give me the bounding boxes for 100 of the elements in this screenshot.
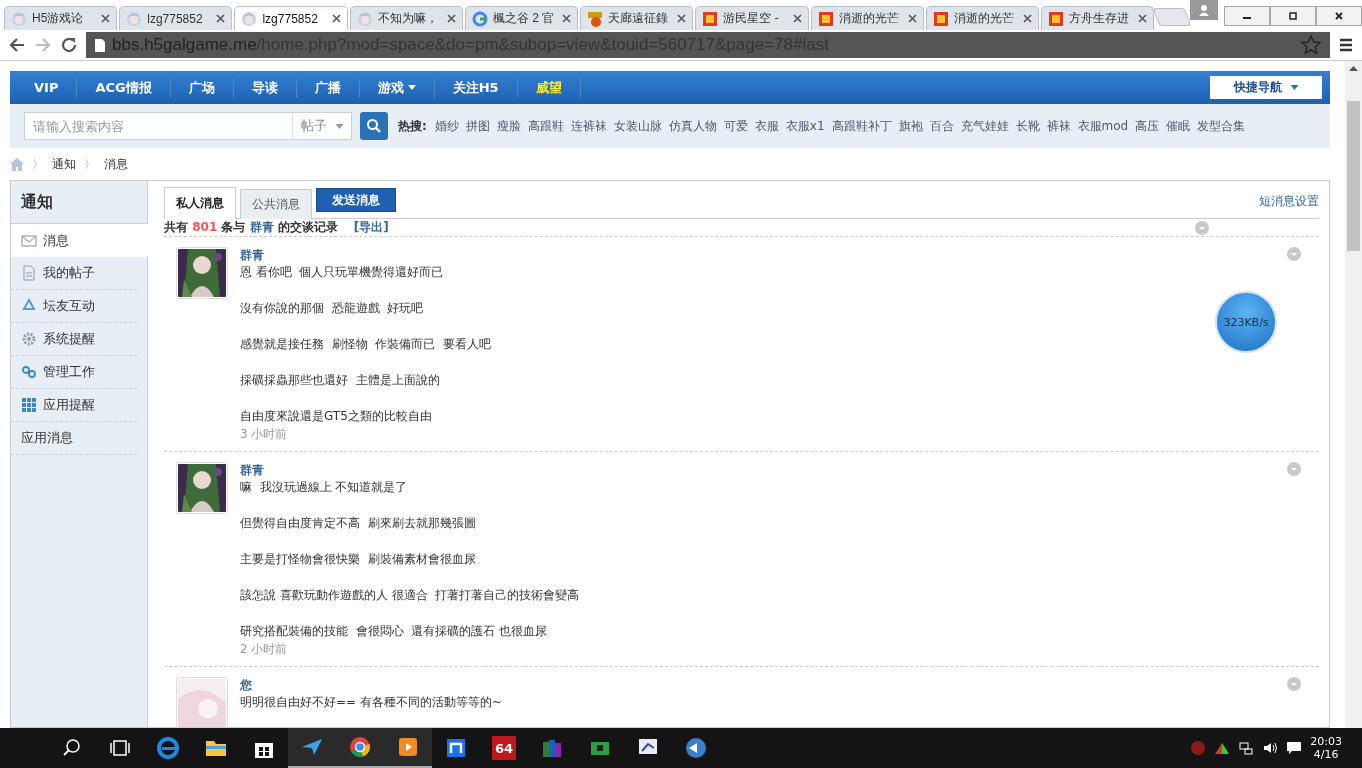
message-text: 恩 看你吧 個人只玩單機覺得還好而已 bbox=[240, 264, 445, 281]
close-icon[interactable] bbox=[677, 14, 687, 23]
clock[interactable]: 20:03 4/16 bbox=[1310, 735, 1342, 761]
close-icon[interactable] bbox=[331, 14, 341, 23]
sidebar-item[interactable]: 我的帖子 bbox=[11, 257, 137, 290]
avatar-favicon-icon bbox=[241, 10, 258, 27]
scope-dropdown[interactable]: 帖子 bbox=[292, 112, 352, 140]
author-link[interactable]: 群青 bbox=[240, 247, 1275, 263]
hot-search-link[interactable]: 旗袍 bbox=[898, 117, 923, 135]
close-icon[interactable] bbox=[562, 14, 572, 23]
hot-search-link[interactable]: 连裤袜 bbox=[570, 117, 607, 135]
close-icon[interactable] bbox=[446, 14, 456, 23]
message-text: 感覺就是接任務 刷怪物 作裝備而已 要看人吧 bbox=[240, 336, 492, 353]
maximize-button[interactable] bbox=[1270, 6, 1316, 26]
export-link[interactable]: [导出] bbox=[353, 219, 389, 236]
message-text: 主要是打怪物會很快樂 刷裝備素材會很血尿 bbox=[240, 551, 477, 568]
menu-icon[interactable] bbox=[1338, 37, 1354, 53]
g-favicon-icon bbox=[932, 10, 949, 27]
close-icon bbox=[1334, 11, 1344, 21]
sidebar-item[interactable]: 管理工作 bbox=[11, 356, 137, 389]
message-text: 該怎說 喜歡玩動作遊戲的人 很適合 打著打著自己的技術會變高 bbox=[240, 587, 581, 604]
sidebar-item[interactable]: 应用消息 bbox=[11, 422, 137, 455]
quick-nav-button[interactable]: 快捷导航 bbox=[1210, 76, 1322, 99]
browser-tab[interactable]: lzg775852 bbox=[119, 6, 233, 30]
hot-search-link[interactable]: 衣服 bbox=[754, 117, 779, 135]
nav-link[interactable]: 关注H5 bbox=[434, 77, 518, 98]
browser-tab[interactable]: 天廊遠征錄 bbox=[580, 6, 694, 30]
nav-link[interactable]: 游戏 bbox=[359, 77, 435, 98]
nav-link[interactable]: 广场 bbox=[170, 77, 234, 98]
nav-link[interactable]: ACG情报 bbox=[77, 77, 171, 98]
hot-search-link[interactable]: 仿真人物 bbox=[668, 117, 717, 135]
browser-tab[interactable]: 消逝的光芒 bbox=[925, 6, 1039, 30]
hot-search-link[interactable]: 女装山脉 bbox=[613, 117, 662, 135]
new-tab-button[interactable] bbox=[1152, 8, 1192, 26]
hot-search-label: 热搜: bbox=[398, 117, 427, 135]
search-field[interactable]: 请输入搜索内容 bbox=[24, 112, 292, 140]
back-icon[interactable] bbox=[8, 36, 26, 54]
browser-tab[interactable]: 消逝的光芒 bbox=[810, 6, 924, 30]
search-icon bbox=[366, 118, 382, 134]
hot-search-link[interactable]: 可爱 bbox=[723, 117, 748, 135]
hot-search-link[interactable]: 高压 bbox=[1135, 117, 1160, 135]
close-icon[interactable] bbox=[907, 14, 917, 23]
browser-tab[interactable]: lzg775852 bbox=[234, 6, 348, 30]
user-icon[interactable] bbox=[1190, 0, 1218, 20]
sidebar-item-label: 管理工作 bbox=[43, 363, 95, 381]
browser-tab[interactable]: 游民星空 - bbox=[695, 6, 809, 30]
sidebar-item[interactable]: 系统提醒 bbox=[11, 323, 137, 356]
scrollbar[interactable] bbox=[1345, 61, 1362, 729]
hot-search-link[interactable]: 长靴 bbox=[1015, 117, 1040, 135]
author-link[interactable]: 群青 bbox=[240, 462, 1275, 478]
sidebar-item-label: 我的帖子 bbox=[43, 264, 95, 282]
hot-search-link[interactable]: 百合 bbox=[929, 117, 954, 135]
reload-icon[interactable] bbox=[60, 36, 78, 54]
hot-search-link[interactable]: 瘦脸 bbox=[496, 117, 521, 135]
hot-search-link[interactable]: 高跟鞋 bbox=[527, 117, 564, 135]
nav-link[interactable]: 威望 bbox=[517, 77, 581, 98]
search-button[interactable] bbox=[360, 112, 388, 140]
star-icon[interactable] bbox=[1300, 34, 1322, 56]
game-favicon-icon bbox=[587, 10, 604, 27]
send-message-button[interactable]: 发送消息 bbox=[316, 188, 396, 212]
sidebar-item-label: 应用消息 bbox=[21, 429, 73, 447]
hot-search-link[interactable]: 衣服mod bbox=[1077, 117, 1129, 135]
browser-tab[interactable]: 楓之谷 2 官 bbox=[464, 6, 579, 30]
nav-link[interactable]: VIP bbox=[16, 77, 78, 98]
browser-tab[interactable]: 方舟生存进 bbox=[1040, 6, 1155, 30]
notification-icon[interactable] bbox=[1286, 740, 1303, 756]
media-player-icon[interactable] bbox=[384, 728, 432, 768]
browser-tab[interactable]: 不知为嘛， bbox=[349, 6, 463, 30]
hot-search-link[interactable]: 婚纱 bbox=[434, 117, 459, 135]
caret-icon bbox=[1289, 85, 1299, 90]
hot-search-link[interactable]: 催眠 bbox=[1166, 117, 1191, 135]
browser-tab[interactable]: H5游戏论 bbox=[4, 6, 118, 30]
close-icon[interactable] bbox=[792, 14, 802, 23]
sidebar-item[interactable]: 应用提醒 bbox=[11, 389, 137, 422]
nav-link[interactable]: 导读 bbox=[233, 77, 297, 98]
nav-link[interactable]: 广播 bbox=[296, 77, 360, 98]
hot-search-link[interactable]: 裤袜 bbox=[1046, 117, 1071, 135]
author-link[interactable]: 您 bbox=[240, 677, 1275, 693]
hot-search-link[interactable]: 高跟鞋补丁 bbox=[831, 117, 892, 135]
close-icon[interactable] bbox=[216, 14, 226, 23]
settings-link[interactable]: 短消息设置 bbox=[1259, 193, 1319, 210]
message-tab[interactable]: 私人消息 bbox=[164, 187, 236, 219]
breadcrumb-link[interactable]: 通知 bbox=[52, 155, 76, 173]
close-icon[interactable] bbox=[1138, 14, 1148, 23]
network-icon[interactable] bbox=[1238, 740, 1255, 756]
sidebar-item[interactable]: 消息 bbox=[11, 224, 148, 257]
message-tab[interactable]: 公共消息 bbox=[240, 189, 312, 219]
hot-search-link[interactable]: 发型合集 bbox=[1197, 117, 1246, 135]
close-button[interactable] bbox=[1316, 6, 1362, 26]
close-icon[interactable] bbox=[1022, 14, 1032, 23]
hot-search-link[interactable]: 充气娃娃 bbox=[960, 117, 1009, 135]
message-time: 2 小时前 bbox=[240, 641, 289, 658]
hot-search-link[interactable]: 拼图 bbox=[465, 117, 490, 135]
volume-icon[interactable] bbox=[1262, 740, 1279, 756]
avatar-favicon-icon bbox=[356, 10, 373, 27]
hot-search-link[interactable]: 衣服x1 bbox=[785, 117, 825, 135]
app-badge-icon[interactable]: 64 bbox=[492, 736, 516, 760]
breadcrumb-link[interactable]: 消息 bbox=[104, 155, 128, 173]
close-icon[interactable] bbox=[101, 14, 111, 23]
sidebar-item[interactable]: 坛友互动 bbox=[11, 290, 137, 323]
